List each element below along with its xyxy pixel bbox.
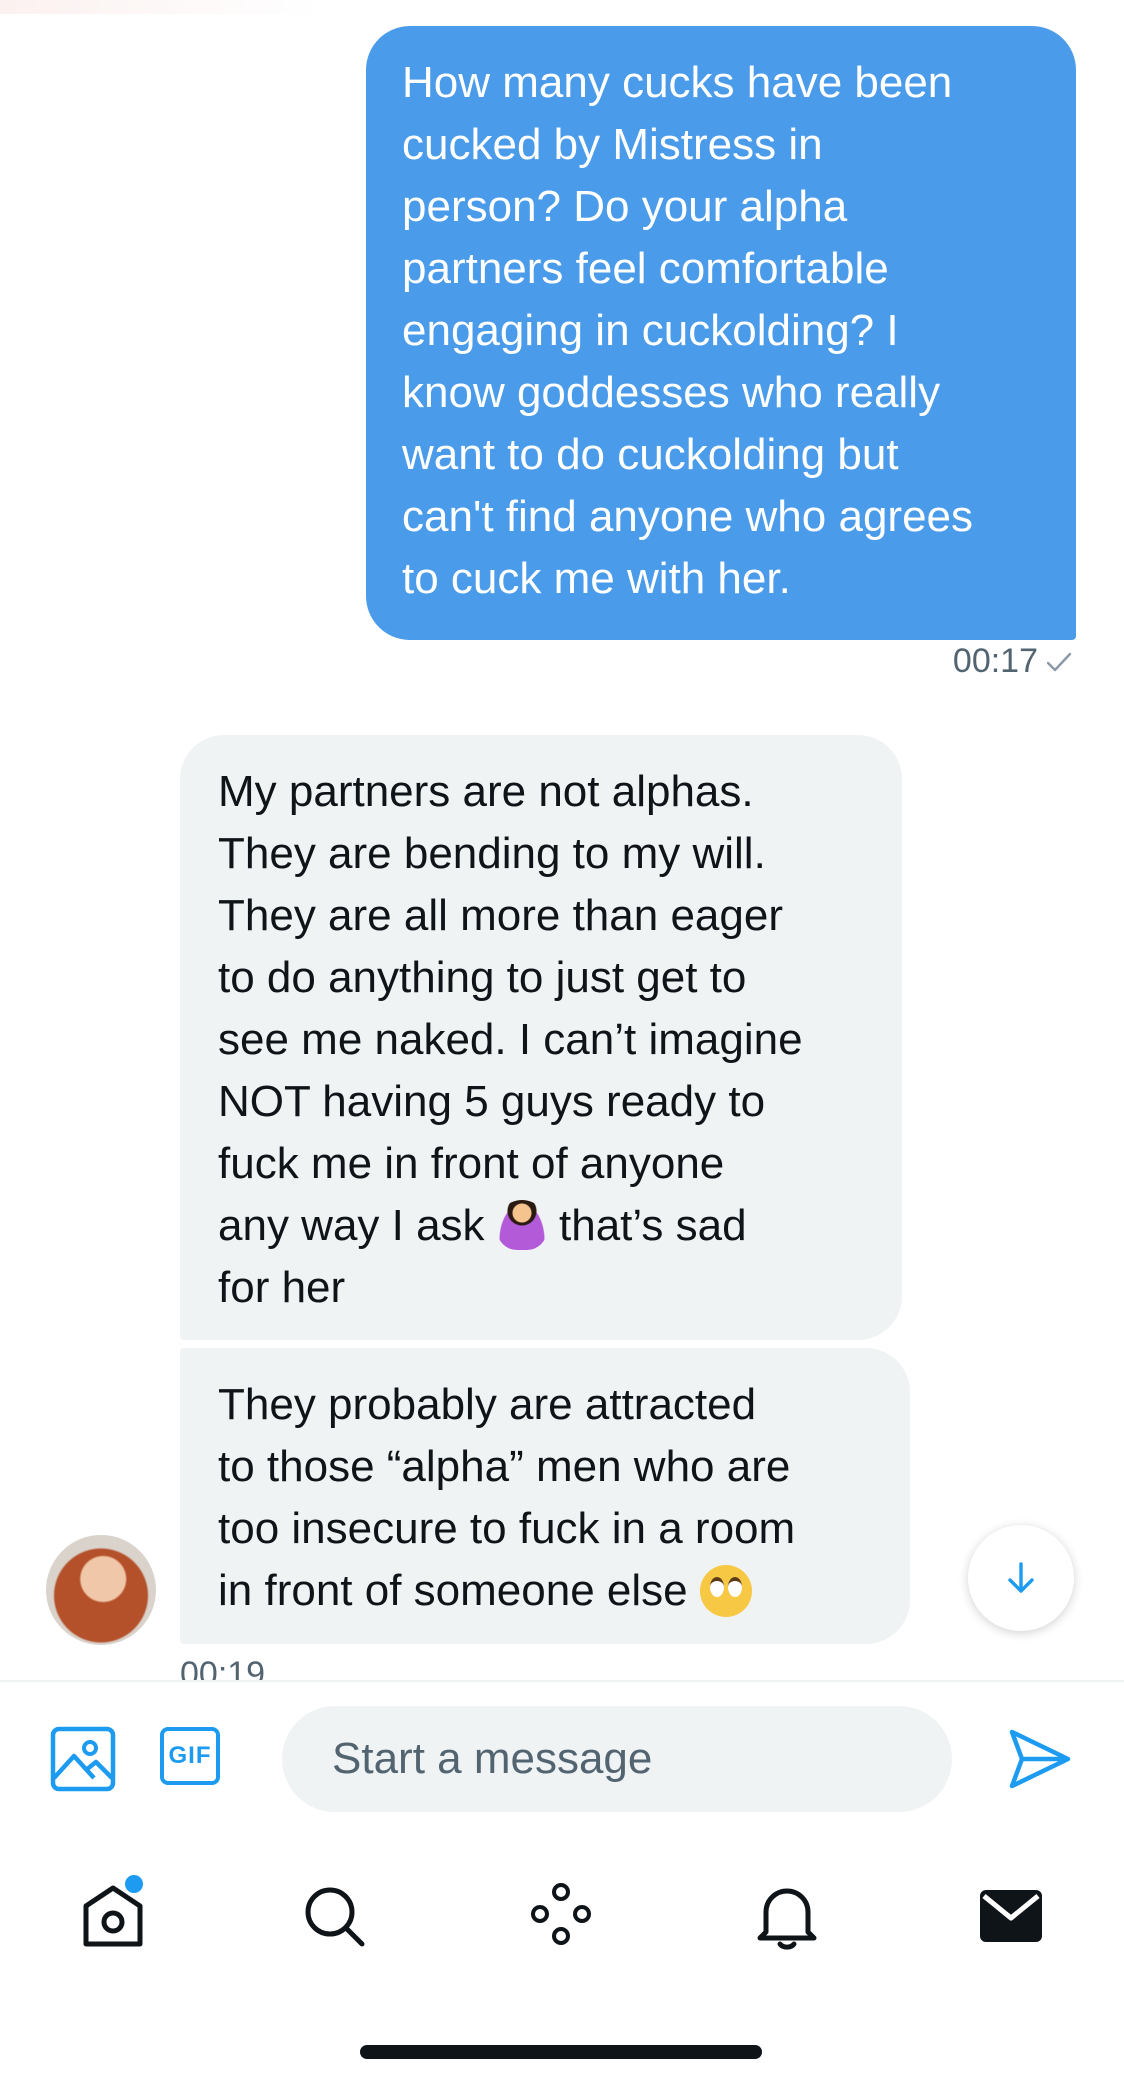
- message-text: My partners are not alphas. They are ben…: [218, 767, 803, 1250]
- notifications-icon: [757, 1888, 817, 1950]
- arrow-down-icon: [1008, 1562, 1034, 1593]
- bottom-tab-bar: [0, 1860, 1124, 1970]
- person-shrugging-emoji: [496, 1200, 547, 1250]
- outgoing-message[interactable]: How many cucks have been cucked by Mistr…: [366, 26, 1076, 640]
- gif-button[interactable]: GIF: [160, 1727, 220, 1785]
- face-with-rolling-eyes-emoji: [699, 1565, 752, 1617]
- search-icon: [305, 1887, 365, 1947]
- send-icon: [1009, 1729, 1071, 1789]
- avatar[interactable]: [46, 1535, 156, 1645]
- image-button[interactable]: [50, 1726, 116, 1797]
- gif-label: GIF: [168, 1742, 212, 1769]
- message-thread[interactable]: How many cucks have been cucked by Mistr…: [0, 0, 1124, 1680]
- composer-divider: [0, 1680, 1124, 1682]
- message-input[interactable]: Start a message: [282, 1706, 952, 1812]
- incoming-message[interactable]: My partners are not alphas. They are ben…: [180, 735, 902, 1340]
- message-input-placeholder: Start a message: [332, 1734, 653, 1783]
- incoming-timestamp: 00:19: [180, 1655, 266, 1680]
- spaces-icon: [531, 1883, 591, 1945]
- gif-icon: GIF: [160, 1727, 220, 1785]
- image-icon: [50, 1726, 116, 1792]
- send-button[interactable]: [1006, 1726, 1072, 1797]
- tab-notifications[interactable]: [752, 1878, 822, 1957]
- tab-spaces[interactable]: [526, 1878, 596, 1957]
- tab-home[interactable]: [78, 1872, 148, 1957]
- notification-dot: [122, 1872, 146, 1896]
- incoming-message[interactable]: They probably are attracted to those “al…: [180, 1348, 910, 1644]
- messages-icon: [980, 1890, 1042, 1942]
- timestamp-text: 00:17: [952, 642, 1038, 680]
- checkmark-icon: [1046, 652, 1072, 671]
- tab-messages[interactable]: [976, 1878, 1046, 1957]
- outgoing-timestamp: 00:17: [953, 642, 1072, 681]
- tab-search[interactable]: [300, 1878, 370, 1957]
- home-indicator: [360, 2045, 762, 2059]
- scroll-to-bottom-button[interactable]: [968, 1525, 1074, 1631]
